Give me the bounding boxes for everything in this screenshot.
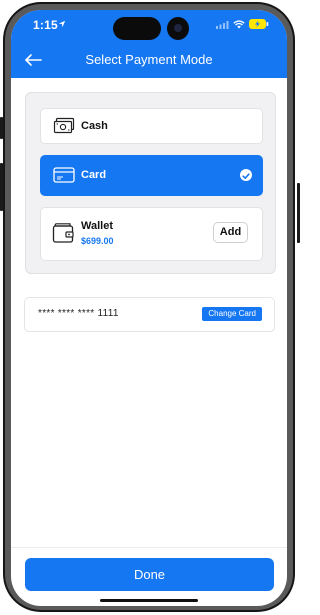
wallet-label: Wallet <box>81 220 113 232</box>
wallet-balance: $699.00 <box>81 236 114 246</box>
credit-card-icon <box>53 167 75 183</box>
screen: 1:15 Select Payment Mode Cash Card Walle… <box>11 10 287 606</box>
card-label: Card <box>81 169 107 181</box>
side-button-right <box>297 183 300 243</box>
wifi-icon <box>233 19 245 28</box>
signal-icon <box>216 20 229 29</box>
home-indicator <box>100 599 198 602</box>
location-arrow-icon <box>58 20 66 28</box>
add-money-button[interactable]: Add <box>213 222 248 243</box>
payment-option-card[interactable]: Card <box>40 155 263 196</box>
footer-divider <box>11 547 287 548</box>
battery-charging-icon <box>249 19 269 29</box>
cash-icon <box>53 117 75 134</box>
page-title: Select Payment Mode <box>85 52 213 67</box>
status-time: 1:15 <box>33 18 58 32</box>
payment-option-cash[interactable]: Cash <box>40 108 263 144</box>
app-header: 1:15 Select Payment Mode <box>11 10 287 78</box>
dynamic-island <box>113 17 161 40</box>
phone-frame: 1:15 Select Payment Mode Cash Card Walle… <box>0 0 300 615</box>
status-icons <box>216 19 269 29</box>
saved-card-row: **** **** **** 1111 Change Card <box>24 297 275 332</box>
payment-options-panel: Cash Card Wallet $699.00 Add <box>25 92 276 274</box>
masked-card-number: **** **** **** 1111 <box>38 308 119 319</box>
wallet-icon <box>52 223 74 243</box>
selected-check-icon <box>240 169 252 181</box>
cash-label: Cash <box>81 120 108 132</box>
payment-option-wallet[interactable]: Wallet $699.00 Add <box>40 207 263 261</box>
done-button[interactable]: Done <box>25 558 274 591</box>
change-card-button[interactable]: Change Card <box>202 307 262 321</box>
front-camera <box>167 17 189 40</box>
